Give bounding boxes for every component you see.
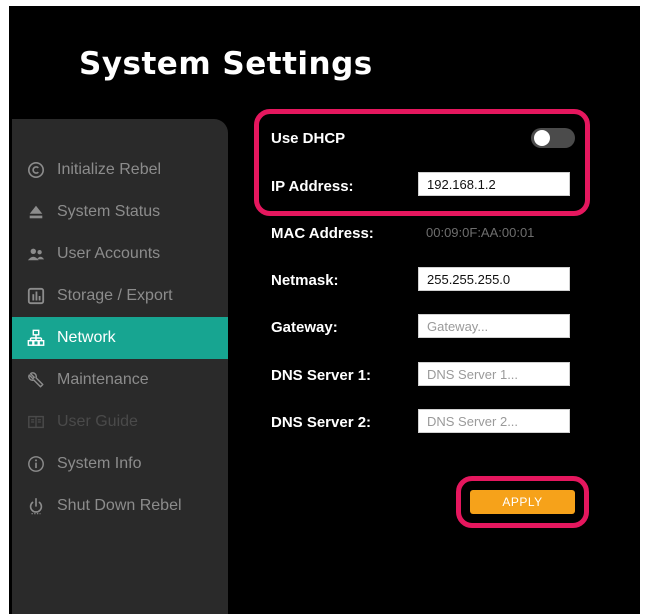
dns-server-1-field[interactable]: [418, 362, 570, 386]
sidebar-item-label: User Accounts: [57, 245, 161, 262]
chart-box-icon: [26, 286, 46, 306]
sidebar-item-label: Maintenance: [57, 371, 149, 388]
gateway-field[interactable]: [418, 314, 570, 338]
sidebar-item-user-guide[interactable]: User Guide: [12, 401, 228, 443]
sidebar-item-label: User Guide: [57, 413, 138, 430]
dns-server-2-label: DNS Server 2:: [271, 414, 372, 431]
dhcp-ip-highlight-box: [254, 109, 590, 216]
sidebar-item-label: Initialize Rebel: [57, 161, 162, 178]
netmask-label: Netmask:: [271, 272, 339, 289]
gateway-label: Gateway:: [271, 319, 338, 336]
settings-screen: System Settings Initialize Rebel System …: [9, 6, 640, 614]
sidebar-item-network[interactable]: Network: [12, 317, 228, 359]
copyright-icon: [26, 160, 46, 180]
apply-highlight-box: [456, 476, 589, 528]
mac-address-value: 00:09:0F:AA:00:01: [426, 225, 535, 240]
mac-address-label: MAC Address:: [271, 225, 374, 242]
network-icon: [26, 328, 46, 348]
eject-icon: [26, 202, 46, 222]
sidebar-item-system-status[interactable]: System Status: [12, 191, 228, 233]
sidebar-item-storage-export[interactable]: Storage / Export: [12, 275, 228, 317]
sidebar: Initialize Rebel System Status User Acco…: [12, 119, 228, 614]
dns-server-1-label: DNS Server 1:: [271, 367, 372, 384]
page-title: System Settings: [79, 46, 373, 82]
dns-server-2-field[interactable]: [418, 409, 570, 433]
sidebar-item-shut-down-rebel[interactable]: Shut Down Rebel: [12, 485, 228, 527]
users-icon: [26, 244, 46, 264]
sidebar-item-label: Storage / Export: [57, 287, 173, 304]
sidebar-item-maintenance[interactable]: Maintenance: [12, 359, 228, 401]
netmask-field[interactable]: [418, 267, 570, 291]
sidebar-item-label: Shut Down Rebel: [57, 497, 182, 514]
sidebar-item-system-info[interactable]: System Info: [12, 443, 228, 485]
book-icon: [26, 412, 46, 432]
info-icon: [26, 454, 46, 474]
sidebar-item-label: Network: [57, 329, 116, 346]
wrench-icon: [26, 370, 46, 390]
sidebar-item-label: System Info: [57, 455, 142, 472]
sidebar-item-label: System Status: [57, 203, 161, 220]
sidebar-item-initialize-rebel[interactable]: Initialize Rebel: [12, 149, 228, 191]
power-icon: [26, 496, 46, 516]
sidebar-item-user-accounts[interactable]: User Accounts: [12, 233, 228, 275]
